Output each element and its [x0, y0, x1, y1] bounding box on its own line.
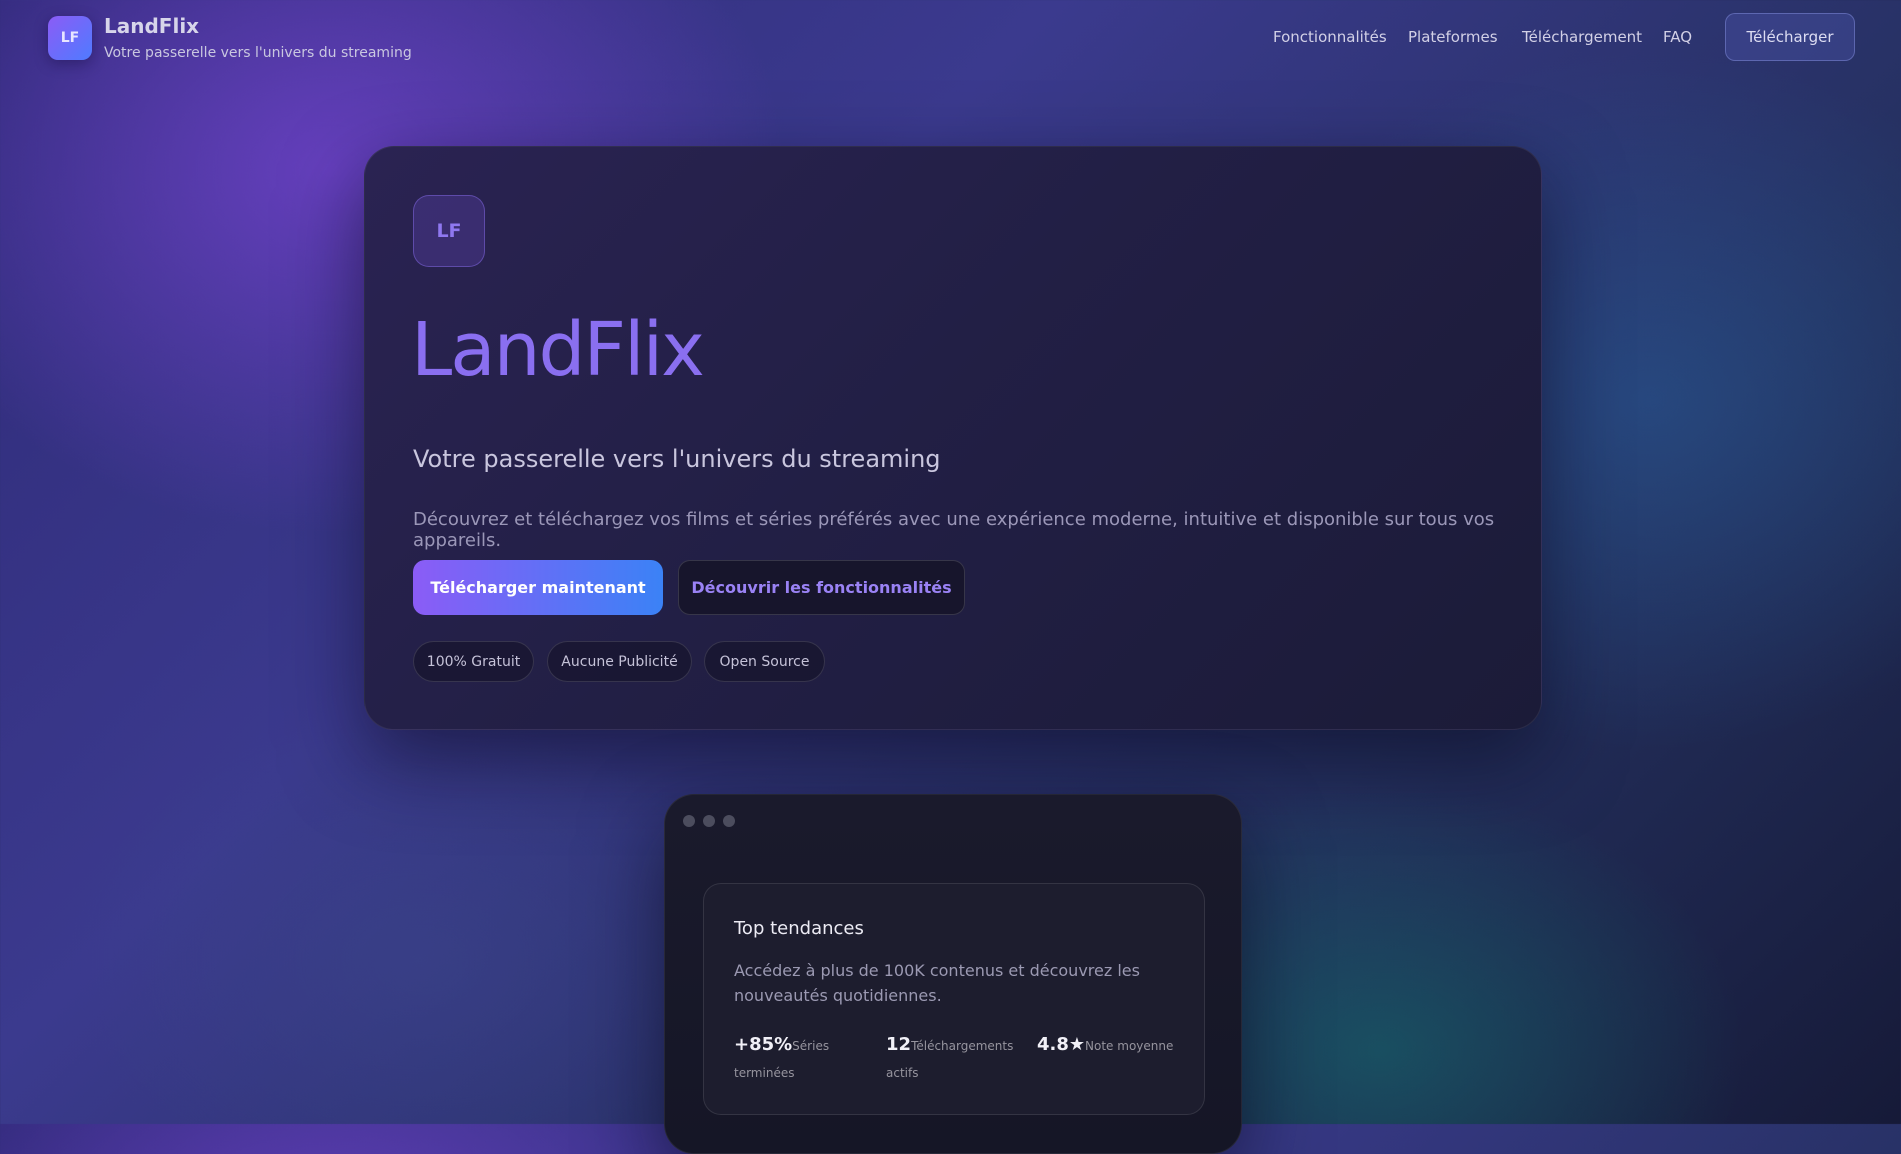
brand-tagline: Votre passerelle vers l'univers du strea… — [104, 45, 412, 61]
pill-no-ads: Aucune Publicité — [547, 641, 692, 682]
nav-link-faq[interactable]: FAQ — [1663, 28, 1692, 46]
top-trends-card: Top tendances Accédez à plus de 100K con… — [703, 883, 1205, 1115]
window-dot-icon — [683, 815, 695, 827]
app-preview-window: Top tendances Accédez à plus de 100K con… — [664, 794, 1242, 1154]
stat-active-downloads: 12Téléchargements actifs — [886, 1032, 1031, 1086]
hero-card: LF LandFlix Votre passerelle vers l'univ… — [364, 146, 1542, 730]
window-dot-icon — [723, 815, 735, 827]
trend-card-title: Top tendances — [734, 918, 864, 939]
hero-logo-badge: LF — [413, 195, 485, 267]
window-dot-icon — [703, 815, 715, 827]
pill-free: 100% Gratuit — [413, 641, 534, 682]
nav-link-plateformes[interactable]: Plateformes — [1408, 28, 1498, 46]
brand-logo-badge[interactable]: LF — [48, 16, 92, 60]
stat-value: +85% — [734, 1034, 793, 1055]
nav-link-fonctionnalites[interactable]: Fonctionnalités — [1273, 28, 1387, 46]
stat-average-rating: 4.8★Note moyenne — [1037, 1032, 1187, 1059]
stat-label: Note moyenne — [1085, 1039, 1174, 1053]
header-download-button[interactable]: Télécharger — [1725, 13, 1855, 61]
nav-link-telechargement[interactable]: Téléchargement — [1522, 28, 1642, 46]
hero-title: LandFlix — [411, 307, 705, 393]
stat-value: 12 — [886, 1034, 912, 1055]
hero-description: Découvrez et téléchargez vos films et sé… — [413, 509, 1495, 551]
stat-series-completed: +85%Séries terminées — [734, 1032, 879, 1086]
download-now-button[interactable]: Télécharger maintenant — [413, 560, 663, 615]
top-header: LF LandFlix Votre passerelle vers l'univ… — [0, 0, 1901, 76]
stat-value: 4.8★ — [1037, 1034, 1086, 1055]
pill-open-source: Open Source — [704, 641, 825, 682]
hero-subtitle: Votre passerelle vers l'univers du strea… — [413, 445, 941, 473]
discover-features-button[interactable]: Découvrir les fonctionnalités — [678, 560, 965, 615]
brand-name[interactable]: LandFlix — [104, 14, 199, 38]
trend-card-description: Accédez à plus de 100K contenus et décou… — [734, 961, 1140, 1005]
